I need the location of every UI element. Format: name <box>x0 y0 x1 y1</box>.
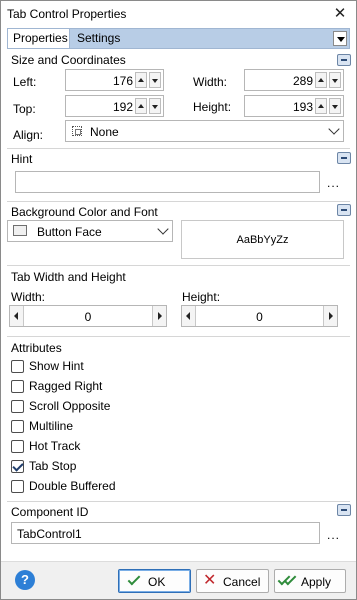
top-spinbox[interactable]: 192 <box>65 95 164 117</box>
checkbox-box[interactable] <box>11 480 24 493</box>
width-value: 289 <box>292 74 313 88</box>
title-bar: Tab Control Properties ✕ <box>1 1 356 27</box>
cancel-label: Cancel <box>223 575 261 589</box>
section-title-component-id: Component ID <box>11 505 89 519</box>
left-up-button[interactable] <box>135 72 147 88</box>
checkbox-box[interactable] <box>11 400 24 413</box>
apply-button[interactable]: Apply <box>274 569 346 593</box>
tab-properties[interactable]: Properties <box>8 29 70 48</box>
window-title: Tab Control Properties <box>7 7 127 21</box>
section-title-size: Size and Coordinates <box>11 53 126 67</box>
separator <box>7 336 350 337</box>
checkbox-box[interactable] <box>11 420 24 433</box>
chevron-down-icon <box>157 223 169 235</box>
tab-width-left-arrow[interactable] <box>10 306 24 326</box>
chevron-down-icon <box>328 123 340 135</box>
top-label: Top: <box>13 102 36 116</box>
tab-height-right-arrow[interactable] <box>323 306 337 326</box>
tab-settings[interactable]: Settings <box>72 29 125 48</box>
section-title-hint: Hint <box>11 152 33 166</box>
section-title-bg-font: Background Color and Font <box>11 205 158 219</box>
check-icon <box>127 572 141 586</box>
hint-ellipsis-button[interactable]: ... <box>327 176 340 190</box>
width-label: Width: <box>193 75 228 89</box>
separator <box>7 501 350 502</box>
checkbox-box[interactable] <box>11 380 24 393</box>
section-title-attributes: Attributes <box>11 341 62 355</box>
height-value: 193 <box>292 100 313 114</box>
none-align-icon <box>72 126 82 136</box>
collapse-hint-button[interactable] <box>337 152 351 164</box>
top-up-button[interactable] <box>135 98 147 114</box>
tab-width-right-arrow[interactable] <box>152 306 166 326</box>
left-value: 176 <box>112 74 133 88</box>
height-down-button[interactable] <box>329 98 341 114</box>
component-ellipsis-button[interactable]: ... <box>327 528 340 542</box>
color-combo[interactable]: Button Face <box>7 220 173 242</box>
left-label: Left: <box>13 75 37 89</box>
ok-button[interactable]: OK <box>118 569 191 593</box>
tab-width-label: Width: <box>11 290 46 304</box>
component-id-value: TabControl1 <box>17 527 82 541</box>
align-combo[interactable]: None <box>65 120 344 142</box>
left-spinbox[interactable]: 176 <box>65 69 164 91</box>
apply-label: Apply <box>301 575 332 589</box>
checkbox-box[interactable] <box>11 440 24 453</box>
collapse-size-button[interactable] <box>337 54 351 66</box>
tab-width-value: 0 <box>84 310 92 324</box>
width-down-button[interactable] <box>329 72 341 88</box>
width-up-button[interactable] <box>315 72 327 88</box>
height-spinbox[interactable]: 193 <box>244 95 344 117</box>
checkbox-label: Scroll Opposite <box>29 399 111 413</box>
separator <box>7 201 350 202</box>
cancel-x-icon: ✕ <box>203 572 217 589</box>
font-preview[interactable]: AaBbYyZz <box>181 220 344 259</box>
collapse-component-button[interactable] <box>337 504 351 516</box>
separator <box>7 148 350 149</box>
align-value: None <box>90 125 119 139</box>
hint-input[interactable] <box>15 171 320 193</box>
tab-width-slider[interactable]: 0 <box>9 305 167 327</box>
button-bar: ? OK ✕ Cancel Apply <box>1 561 356 599</box>
checkbox-box[interactable] <box>11 360 24 373</box>
checkbox-label: Hot Track <box>29 439 81 453</box>
top-down-button[interactable] <box>149 98 161 114</box>
checkbox-label: Ragged Right <box>29 379 103 393</box>
tab-height-slider[interactable]: 0 <box>181 305 338 327</box>
color-value: Button Face <box>37 225 102 239</box>
checkbox-label: Tab Stop <box>29 459 77 473</box>
width-spinbox[interactable]: 289 <box>244 69 344 91</box>
collapse-bg-font-button[interactable] <box>337 204 351 216</box>
checkbox-label: Double Buffered <box>29 479 116 493</box>
color-swatch <box>13 225 27 236</box>
help-icon[interactable]: ? <box>15 570 35 590</box>
checkbox-label: Show Hint <box>29 359 84 373</box>
ok-label: OK <box>148 575 166 589</box>
component-id-input[interactable]: TabControl1 <box>11 522 320 544</box>
checkbox-label: Multiline <box>29 419 74 433</box>
cancel-button[interactable]: ✕ Cancel <box>196 569 269 593</box>
height-up-button[interactable] <box>315 98 327 114</box>
tab-height-left-arrow[interactable] <box>182 306 196 326</box>
tab-dropdown-button[interactable] <box>333 31 347 46</box>
tab-height-value: 0 <box>256 310 263 324</box>
close-button[interactable]: ✕ <box>327 3 353 25</box>
tab-height-label: Height: <box>182 290 221 304</box>
checkbox-box-checked[interactable] <box>11 460 24 473</box>
top-value: 192 <box>112 100 133 114</box>
separator <box>7 265 350 266</box>
align-label: Align: <box>13 128 44 142</box>
tab-strip: Properties Settings <box>7 28 350 49</box>
left-down-button[interactable] <box>149 72 161 88</box>
section-title-tab-wh: Tab Width and Height <box>11 270 126 284</box>
height-label: Height: <box>193 100 232 114</box>
